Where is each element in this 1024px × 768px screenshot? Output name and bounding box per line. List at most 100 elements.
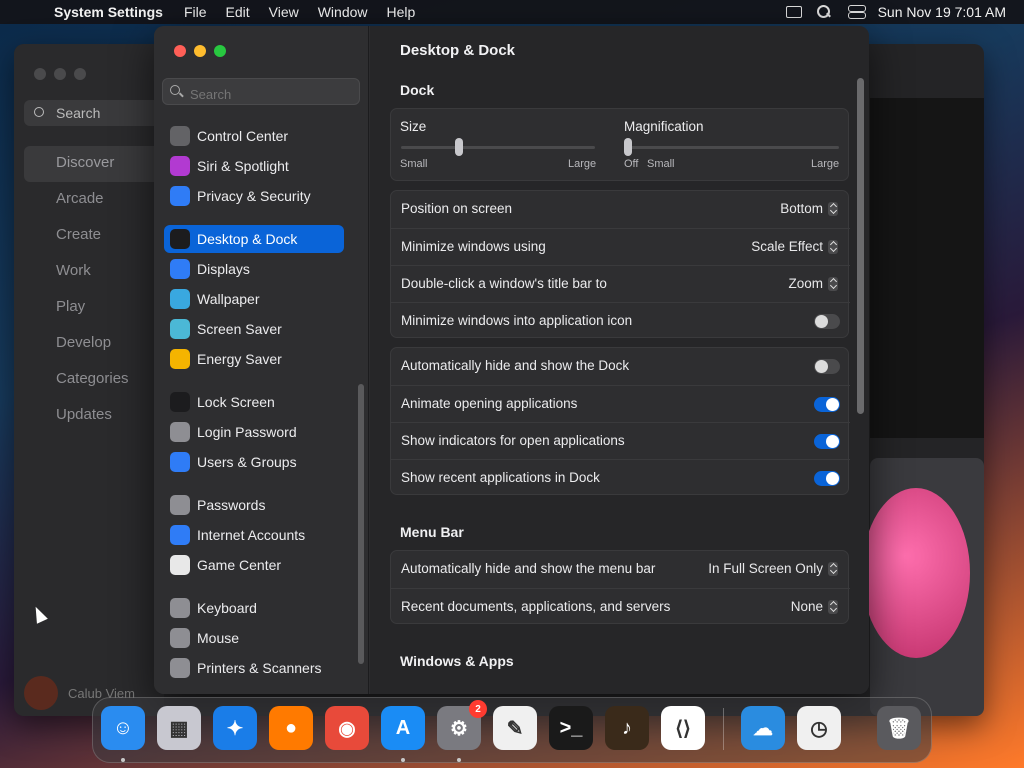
row-label: Show recent applications in Dock	[401, 470, 600, 485]
row-label: Automatically hide and show the Dock	[401, 358, 630, 373]
autohide-dock-toggle[interactable]	[814, 359, 840, 374]
size-slider-knob[interactable]	[455, 138, 464, 156]
sidebar-item-label: Passwords	[197, 497, 266, 513]
menu-window[interactable]: Window	[318, 4, 368, 20]
magnification-slider-knob[interactable]	[624, 138, 632, 156]
chevron-updown-icon	[828, 276, 838, 291]
row-label: Minimize windows using	[401, 239, 546, 254]
screen-mirroring-icon[interactable]	[785, 6, 802, 18]
sidebar-item-privacy-security[interactable]: Privacy & Security	[164, 182, 344, 210]
zoom-button[interactable]	[214, 45, 226, 57]
autohide-menu-bar-select[interactable]: In Full Screen Only	[708, 561, 838, 576]
sidebar-item-label: Keyboard	[197, 600, 257, 616]
sidebar-item-mouse[interactable]: Mouse	[164, 624, 344, 652]
minimize-into-icon-toggle[interactable]	[814, 314, 840, 329]
minimize-button[interactable]	[54, 68, 66, 80]
show-recent-toggle[interactable]	[814, 471, 840, 486]
nav-develop[interactable]: Develop	[24, 326, 164, 362]
menu-edit[interactable]: Edit	[226, 4, 250, 20]
sidebar-item-internet-accounts[interactable]: Internet Accounts	[164, 521, 344, 549]
chrome-icon[interactable]: ◉	[325, 706, 369, 750]
close-button[interactable]	[34, 68, 46, 80]
sidebar-item-users-groups[interactable]: Users & Groups	[164, 448, 344, 476]
row-minimize-using: Minimize windows using Scale Effect	[391, 228, 850, 265]
nav-work[interactable]: Work	[24, 254, 164, 290]
minimize-button[interactable]	[194, 45, 206, 57]
sidebar-item-control-center[interactable]: Control Center	[164, 122, 344, 150]
row-label: Minimize windows into application icon	[401, 313, 633, 328]
system-settings-icon[interactable]: ⚙ 2	[437, 700, 487, 750]
sidebar-item-lock-screen[interactable]: Lock Screen	[164, 388, 344, 416]
magnification-slider-track[interactable]	[625, 146, 839, 149]
content-scrollbar[interactable]	[857, 78, 864, 414]
sidebar-item-desktop-dock[interactable]: Desktop & Dock	[164, 225, 344, 253]
running-indicator	[457, 758, 461, 762]
dock-icon	[170, 229, 190, 249]
textedit-icon[interactable]: ✎	[493, 706, 537, 750]
app-store-search[interactable]: Search	[24, 100, 174, 126]
chevron-updown-icon	[828, 599, 838, 614]
spotlight-icon[interactable]	[816, 5, 834, 19]
menu-clock[interactable]: Sun Nov 19 7:01 AM	[878, 4, 1006, 20]
minimize-effect-select[interactable]: Scale Effect	[751, 239, 838, 254]
close-button[interactable]	[174, 45, 186, 57]
menu-app-name[interactable]: System Settings	[54, 4, 163, 20]
sidebar-item-wallpaper[interactable]: Wallpaper	[164, 285, 344, 313]
sidebar-item-game-center[interactable]: Game Center	[164, 551, 344, 579]
menu-file[interactable]: File	[184, 4, 207, 20]
app-store-icon[interactable]: A	[381, 706, 425, 750]
vscode-icon[interactable]: ⟨⟩	[661, 706, 705, 750]
featured-card[interactable]	[870, 98, 984, 438]
show-indicators-toggle[interactable]	[814, 434, 840, 449]
sidebar-item-displays[interactable]: Displays	[164, 255, 344, 283]
system-settings-window: Control Center Siri & Spotlight Privacy & …	[154, 26, 869, 694]
sidebar-item-screen-saver[interactable]: Screen Saver	[164, 315, 344, 343]
animate-opening-toggle[interactable]	[814, 397, 840, 412]
dock-separator	[723, 708, 724, 750]
menu-view[interactable]: View	[269, 4, 299, 20]
sidebar-scrollbar[interactable]	[358, 384, 364, 664]
magnification-large-label: Large	[811, 158, 840, 170]
size-large-label: Large	[568, 158, 597, 170]
nav-updates[interactable]: Updates	[24, 398, 164, 434]
nav-create[interactable]: Create	[24, 218, 164, 254]
notification-badge: 2	[469, 700, 487, 718]
settings-search-input[interactable]	[162, 78, 360, 105]
safari-icon[interactable]: ✦	[213, 706, 257, 750]
nav-discover[interactable]: Discover	[24, 146, 164, 182]
recent-documents-select[interactable]: None	[791, 599, 838, 614]
position-select[interactable]: Bottom	[780, 201, 838, 216]
sidebar-item-printers-scanners[interactable]: Printers & Scanners	[164, 654, 344, 682]
running-indicator	[121, 758, 125, 762]
sidebar-item-passwords[interactable]: Passwords	[164, 491, 344, 519]
key-icon	[170, 495, 190, 515]
menu-help[interactable]: Help	[387, 4, 416, 20]
weather-icon[interactable]: ☁	[741, 706, 785, 750]
sidebar-item-login-password[interactable]: Login Password	[164, 418, 344, 446]
section-menu-bar-title: Menu Bar	[400, 524, 464, 540]
firefox-icon[interactable]: ●	[269, 706, 313, 750]
trash-icon[interactable]: 🗑	[877, 706, 921, 750]
nav-categories[interactable]: Categories	[24, 362, 164, 398]
sidebar-item-siri-spotlight[interactable]: Siri & Spotlight	[164, 152, 344, 180]
clock-icon[interactable]: ◷	[797, 706, 841, 750]
magnification-off-label: Off	[624, 158, 639, 170]
row-label: Recent documents, applications, and serv…	[401, 599, 671, 614]
terminal-icon[interactable]: >_	[549, 706, 593, 750]
app-card[interactable]	[862, 458, 984, 716]
sidebar-item-keyboard[interactable]: Keyboard	[164, 594, 344, 622]
sidebar-item-label: Users & Groups	[197, 454, 297, 470]
double-click-select[interactable]: Zoom	[788, 276, 838, 291]
nav-play[interactable]: Play	[24, 290, 164, 326]
garageband-icon[interactable]: ♪	[605, 706, 649, 750]
size-slider-track[interactable]	[401, 146, 595, 149]
finder-icon[interactable]: ☺	[101, 706, 145, 750]
zoom-button[interactable]	[74, 68, 86, 80]
launchpad-icon[interactable]: ▦	[157, 706, 201, 750]
sidebar-item-label: Game Center	[197, 557, 282, 573]
dock: ☺ ▦ ✦ ● ◉ A ⚙ 2 ✎ >_ ♪ ⟨⟩ ☁ ◷ 🗑	[92, 697, 932, 763]
sidebar-item-energy-saver[interactable]: Energy Saver	[164, 345, 344, 373]
nav-arcade[interactable]: Arcade	[24, 182, 164, 218]
row-autohide-dock: Automatically hide and show the Dock	[391, 348, 850, 385]
control-center-icon[interactable]	[847, 5, 866, 19]
